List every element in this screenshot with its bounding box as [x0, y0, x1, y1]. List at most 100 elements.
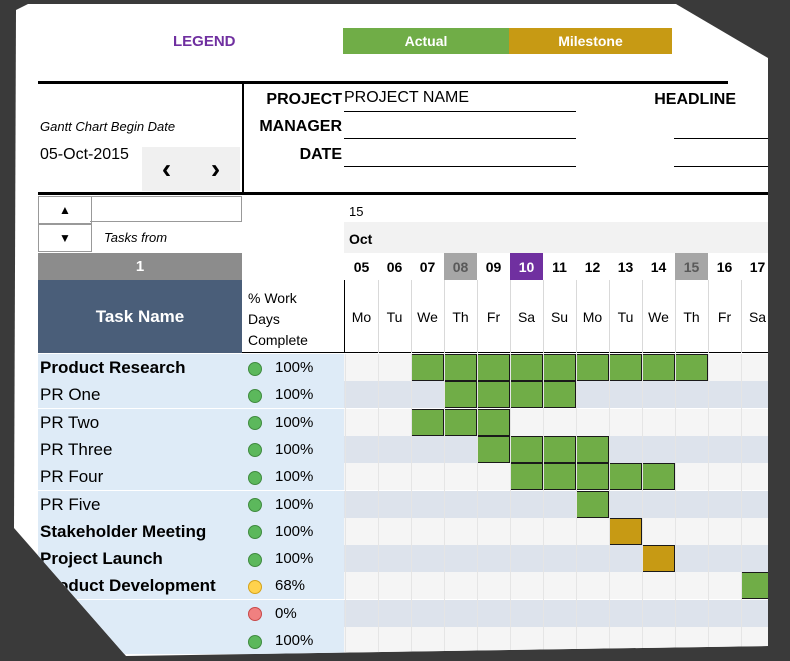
headline-label: HEADLINE — [654, 91, 736, 108]
scroll-up-button[interactable]: ▲ — [38, 196, 92, 224]
month-band — [344, 222, 768, 253]
day-number: 10 — [510, 253, 543, 280]
actual-bar-cell — [444, 408, 477, 436]
actual-bar-cell — [510, 354, 543, 381]
actual-bar-cell — [444, 381, 477, 409]
grid-line — [741, 354, 742, 654]
table-row[interactable] — [38, 627, 242, 654]
calendar-month: Oct — [349, 231, 373, 247]
task-name[interactable]: PR Four — [40, 463, 103, 490]
actual-bar-cell — [543, 354, 576, 381]
chevron-right-icon[interactable]: › — [211, 153, 220, 185]
day-number: 15 — [675, 253, 708, 280]
actual-bar-cell — [642, 463, 675, 491]
task-name[interactable]: Project Launch — [40, 545, 163, 572]
status-indicator-icon — [248, 361, 262, 376]
calendar-year: 15 — [349, 204, 364, 219]
actual-bar-cell — [411, 408, 444, 436]
actual-bar-cell — [477, 408, 510, 436]
gantt-row — [344, 599, 768, 627]
pct-value: 100% — [275, 386, 314, 404]
chevron-left-icon[interactable]: ‹ — [162, 153, 171, 185]
actual-bar-cell — [510, 463, 543, 491]
actual-bar-cell — [477, 435, 510, 463]
status-indicator-icon — [248, 498, 262, 512]
gantt-sheet: LEGEND Actual Milestone PROJECT PROJECT … — [14, 4, 768, 656]
day-name: Tu — [378, 280, 412, 353]
grid-line — [510, 354, 511, 654]
actual-bar-cell — [411, 354, 444, 381]
status-indicator-icon — [248, 416, 262, 431]
divider — [242, 82, 244, 192]
table-row[interactable] — [38, 599, 242, 627]
task-name[interactable]: PR Three — [40, 436, 112, 463]
grid-line — [675, 354, 676, 654]
actual-bar-cell — [576, 463, 609, 491]
actual-bar-cell — [510, 435, 543, 463]
actual-bar-cell — [510, 381, 543, 409]
legend-milestone: Milestone — [509, 28, 672, 54]
triangle-up-icon: ▲ — [59, 203, 71, 217]
project-name-field[interactable]: PROJECT NAME — [344, 89, 576, 112]
grid-line — [708, 354, 709, 654]
gantt-row — [344, 490, 768, 518]
pct-header: % Work Days Complete — [248, 288, 308, 351]
pct-value: 100% — [275, 440, 314, 458]
actual-bar-cell — [543, 381, 576, 409]
day-number: 08 — [444, 253, 477, 280]
task-start-index[interactable]: 1 — [38, 253, 242, 280]
actual-bar-cell — [477, 354, 510, 381]
task-name[interactable]: Product Research — [40, 354, 186, 381]
grid-line — [576, 354, 577, 654]
grid-line — [378, 354, 379, 654]
actual-bar-cell — [444, 354, 477, 381]
begin-date-value[interactable]: 05-Oct-2015 — [40, 146, 129, 164]
grid-line — [444, 354, 445, 654]
grid-line — [543, 354, 544, 654]
grid-line — [609, 354, 610, 654]
pct-value: 68% — [275, 577, 306, 595]
headline-field-1[interactable] — [674, 116, 768, 139]
status-indicator-icon — [248, 579, 262, 594]
day-name: Fr — [708, 280, 742, 353]
day-number: 11 — [552, 258, 567, 275]
day-number: 16 — [716, 258, 733, 275]
gantt-row — [344, 517, 768, 545]
day-name: Mo — [576, 280, 610, 353]
grid-line — [345, 354, 346, 654]
day-name: We — [411, 280, 445, 353]
task-name[interactable]: PR Five — [40, 491, 100, 518]
task-name[interactable]: PR One — [40, 381, 100, 408]
task-name[interactable]: Product Development — [40, 572, 216, 599]
milestone-cell — [609, 517, 642, 545]
day-number: 09 — [485, 258, 502, 275]
day-number: 12 — [584, 258, 601, 275]
task-name[interactable]: Stakeholder Meeting — [40, 518, 206, 545]
triangle-down-icon: ▼ — [59, 231, 71, 245]
legend-actual: Actual — [343, 28, 509, 54]
gantt-row — [344, 408, 768, 436]
pct-header-line3: Complete — [248, 332, 308, 348]
date-field[interactable] — [344, 144, 576, 167]
day-number: 06 — [386, 258, 403, 275]
day-name: Th — [444, 280, 478, 353]
day-name: Mo — [345, 280, 379, 353]
scroll-down-button[interactable]: ▼ — [38, 224, 92, 252]
manager-field[interactable] — [344, 116, 576, 139]
actual-bar-cell — [477, 381, 510, 409]
actual-bar-cell — [609, 463, 642, 491]
actual-bar-cell — [543, 463, 576, 491]
day-name: We — [642, 280, 676, 353]
project-name-value: PROJECT NAME — [344, 89, 470, 106]
pct-value: 100% — [275, 413, 314, 431]
day-number: 14 — [650, 258, 667, 275]
manager-label: MANAGER — [259, 118, 342, 135]
status-indicator-icon — [248, 388, 262, 403]
gantt-row — [344, 627, 768, 654]
task-name[interactable]: PR Two — [40, 409, 99, 436]
pct-header-line1: % Work — [248, 290, 297, 306]
actual-bar-cell — [576, 354, 609, 381]
day-number: 05 — [353, 258, 370, 275]
headline-field-2[interactable] — [674, 144, 768, 167]
milestone-cell — [642, 545, 675, 573]
